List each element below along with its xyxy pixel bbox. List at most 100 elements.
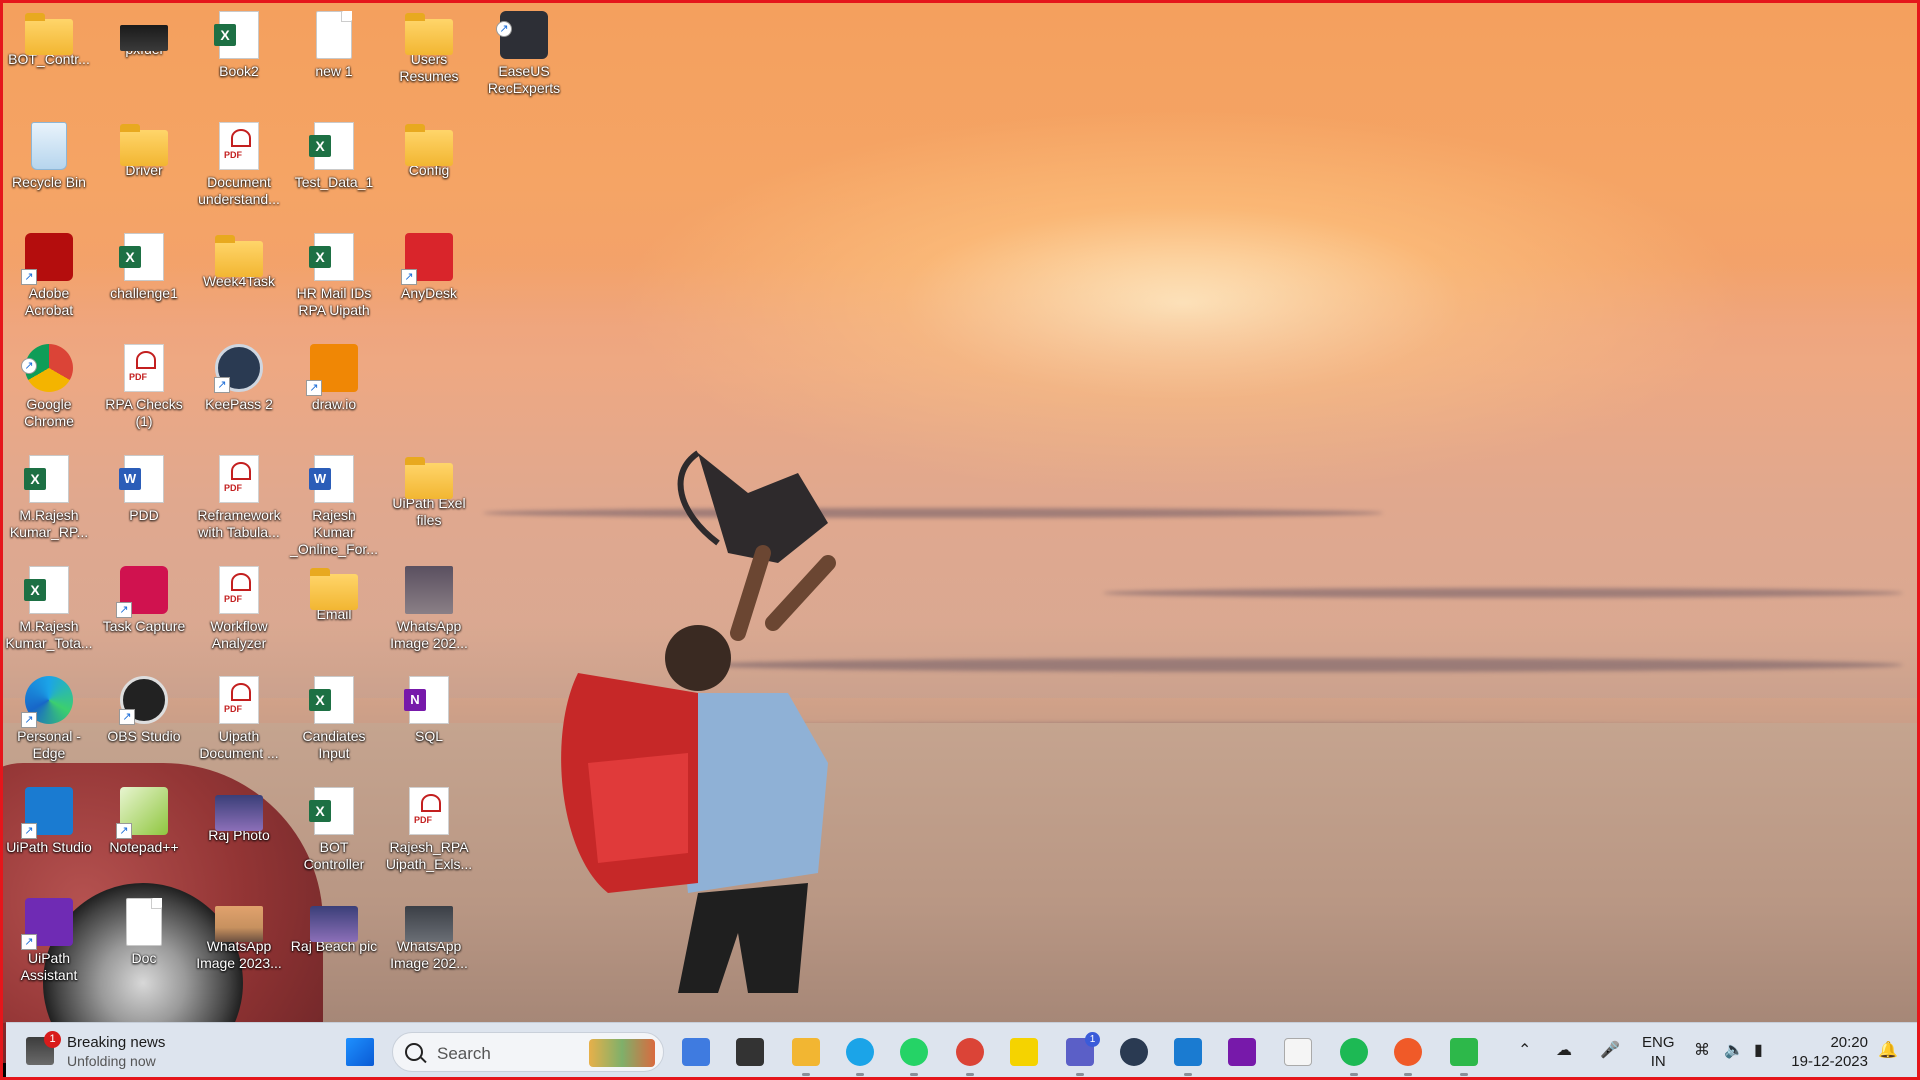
desktop-icon-label: Test_Data_1 xyxy=(294,174,374,190)
battery-icon[interactable]: ▮ xyxy=(1754,1040,1763,1060)
desktop-icon[interactable]: Email xyxy=(288,562,380,666)
volume-icon[interactable]: 🔈 xyxy=(1724,1040,1744,1060)
desktop-icon[interactable]: UiPath Studio xyxy=(3,783,95,887)
taskbar-onenote-button[interactable] xyxy=(1222,1032,1262,1072)
chevron-up-icon[interactable]: ⌃ xyxy=(1518,1040,1531,1060)
taskbar-task-view-button[interactable] xyxy=(730,1032,770,1072)
desktop-icon[interactable]: M.Rajesh Kumar_RP... xyxy=(3,451,95,555)
desktop-icon[interactable]: WhatsApp Image 202... xyxy=(383,562,475,666)
desktop-icon[interactable]: SQL xyxy=(383,672,475,776)
taskbar-copilot-button[interactable] xyxy=(676,1032,716,1072)
desktop-icon[interactable]: Notepad++ xyxy=(98,783,190,887)
desktop-icon-label: Document understand... xyxy=(198,174,280,207)
desktop-icon-label: Users Resumes xyxy=(399,51,459,84)
desktop-icon[interactable]: Recycle Bin xyxy=(3,118,95,222)
taskbar-edge-button[interactable] xyxy=(840,1032,880,1076)
desktop-icon[interactable]: Reframework with Tabula... xyxy=(193,451,285,555)
uipath-icon xyxy=(21,787,73,839)
desktop-icon[interactable]: RPA Checks (1) xyxy=(98,340,190,444)
desktop-icon[interactable]: AnyDesk xyxy=(383,229,475,333)
desktop-icon[interactable]: Rajesh_RPA Uipath_Exls... xyxy=(383,783,475,887)
desktop-icon-label: UiPath Assistant xyxy=(20,950,78,983)
desktop-icon[interactable]: WhatsApp Image 202... xyxy=(383,894,475,998)
taskbar-chrome-button[interactable] xyxy=(950,1032,990,1076)
taskbar-teams-button[interactable]: 1 xyxy=(1060,1032,1100,1076)
desktop-icon[interactable]: Driver xyxy=(98,118,190,222)
desktop-icon[interactable]: UiPath Assistant xyxy=(3,894,95,998)
taskbar-start-button[interactable] xyxy=(340,1032,380,1072)
desktop-icon[interactable]: Google Chrome xyxy=(3,340,95,444)
desktop-icon[interactable]: challenge1 xyxy=(98,229,190,333)
running-indicator xyxy=(910,1073,918,1076)
uipath-studio-icon xyxy=(1174,1038,1202,1066)
desktop-icon[interactable]: HR Mail IDs RPA Uipath xyxy=(288,229,380,333)
taskbar-media-player-button[interactable] xyxy=(1444,1032,1484,1076)
desktop-icon[interactable]: Raj Beach pic xyxy=(288,894,380,998)
taskbar-spotify-button[interactable] xyxy=(1334,1032,1374,1076)
desktop-icon[interactable]: Personal - Edge xyxy=(3,672,95,776)
taskbar-notepad-button[interactable] xyxy=(1278,1032,1318,1072)
desktop-icon-label: Rajesh Kumar _Online_For... xyxy=(290,507,378,557)
desktop-icon[interactable]: PDD xyxy=(98,451,190,555)
desktop-icon[interactable]: Week4Task xyxy=(193,229,285,333)
desktop-icon[interactable]: WhatsApp Image 2023... xyxy=(193,894,285,998)
desktop-icon[interactable]: Users Resumes xyxy=(383,7,475,111)
wifi-icon[interactable]: ⌘ xyxy=(1694,1040,1710,1060)
desktop-icon-label: Doc xyxy=(131,950,157,966)
desktop-icon[interactable]: Workflow Analyzer xyxy=(193,562,285,666)
taskbar-search[interactable]: Search xyxy=(392,1032,664,1072)
edge-icon xyxy=(21,676,73,728)
chrome-icon xyxy=(956,1038,984,1066)
desktop-icon[interactable]: M.Rajesh Kumar_Tota... xyxy=(3,562,95,666)
desktop-icon[interactable]: OBS Studio xyxy=(98,672,190,776)
pxfuel-icon xyxy=(120,25,168,51)
news-widget[interactable]: 1 Breaking news Unfolding now xyxy=(22,1031,242,1075)
language-region: IN xyxy=(1650,1053,1666,1070)
desktop-icon[interactable]: Raj Photo xyxy=(193,783,285,887)
notification-bell-icon[interactable]: 🔔 xyxy=(1878,1040,1898,1060)
desktop-icon[interactable]: Uipath Document ... xyxy=(193,672,285,776)
desktop-icon[interactable]: Candiates Input xyxy=(288,672,380,776)
taskbar-sticky-notes-button[interactable] xyxy=(1004,1032,1044,1072)
spotify-icon xyxy=(1340,1038,1368,1066)
language-code: ENG xyxy=(1642,1034,1675,1051)
desktop-icon-label: Recycle Bin xyxy=(12,174,86,190)
desktop-icon-label: BOT Controller xyxy=(303,839,365,872)
desktop-icon-label: M.Rajesh Kumar_RP... xyxy=(9,507,89,540)
desktop-icon[interactable]: BOT_Contr... xyxy=(3,7,95,111)
word-icon xyxy=(309,455,354,503)
desktop-icon[interactable]: pxfuel xyxy=(98,7,190,111)
onedrive-icon[interactable]: ☁ xyxy=(1556,1040,1572,1060)
desktop-icon[interactable]: Rajesh Kumar _Online_For... xyxy=(288,451,380,557)
easeus-icon xyxy=(1394,1038,1422,1066)
clock[interactable]: 20:20 19-12-2023 xyxy=(1788,1033,1868,1071)
wallpaper-wave xyxy=(1103,588,1903,598)
taskbar-file-explorer-button[interactable] xyxy=(786,1032,826,1076)
desktop-icon[interactable]: Book2 xyxy=(193,7,285,111)
desktop-icon[interactable]: Test_Data_1 xyxy=(288,118,380,222)
desktop-icon[interactable]: Adobe Acrobat xyxy=(3,229,95,333)
file-explorer-icon xyxy=(792,1038,820,1066)
desktop-icon-label: SQL xyxy=(414,728,443,744)
desktop-icon-label: UiPath Exel files xyxy=(392,495,466,528)
taskbar-whatsapp-button[interactable] xyxy=(894,1032,934,1076)
language-indicator[interactable]: ENG IN xyxy=(1642,1033,1675,1071)
search-icon xyxy=(405,1043,423,1061)
desktop-icon[interactable]: Config xyxy=(383,118,475,222)
taskbar-uipath-studio-button[interactable] xyxy=(1168,1032,1208,1076)
desktop-icon[interactable]: new 1 xyxy=(288,7,380,111)
desktop-icon[interactable]: draw.io xyxy=(288,340,380,444)
desktop-icon[interactable]: Document understand... xyxy=(193,118,285,222)
desktop-icon-label: WhatsApp Image 2023... xyxy=(196,938,282,971)
desktop-icon[interactable]: BOT Controller xyxy=(288,783,380,887)
microphone-icon[interactable]: 🎤 xyxy=(1600,1040,1620,1060)
taskbar-easeus-button[interactable] xyxy=(1388,1032,1428,1076)
desktop-icon[interactable]: Doc xyxy=(98,894,190,998)
desktop-icon-label: KeePass 2 xyxy=(205,396,273,412)
desktop-icon[interactable]: EaseUS RecExperts xyxy=(478,7,570,111)
desktop-icon[interactable]: Task Capture xyxy=(98,562,190,666)
desktop-icon[interactable]: KeePass 2 xyxy=(193,340,285,444)
dark-icon xyxy=(405,906,453,942)
desktop-icon[interactable]: UiPath Exel files xyxy=(383,451,475,555)
taskbar-keepass-button[interactable] xyxy=(1114,1032,1154,1072)
